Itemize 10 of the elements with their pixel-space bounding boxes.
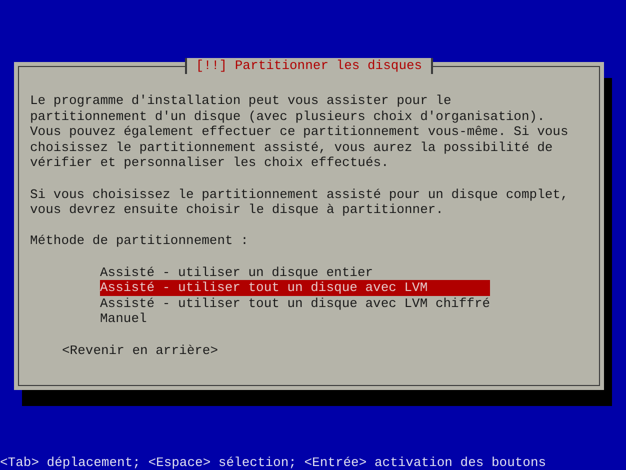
description-text: Si vous choisissez le partitionnement assisté pour un disque complet, vous devrez ensuite choisir le disque à partitionner. — [30, 186, 570, 218]
menu-option[interactable]: Assisté - utiliser tout un disque avec LVM — [100, 280, 490, 296]
dialog-title: [!!] Partitionner les disques — [184, 58, 434, 74]
prompt-label: Méthode de partitionnement : — [30, 233, 250, 249]
key-hint-text: <Tab> déplacement; <Espace> sélection; <Entrée> activation des boutons — [0, 455, 548, 470]
menu-option[interactable]: Assisté - utiliser un disque entier — [100, 264, 490, 280]
back-button[interactable]: <Revenir en arrière> — [62, 342, 218, 358]
description-text: Le programme d'installation peut vous assister pour le partitionnement d'un disque (avec plusieurs choix d'organisation). Vous pouvez également effectuer ce partitionnement vous-même. Si vous choisissez le partitionnement assisté, vous aurez la possibilité de vérifier et personnaliser les choix effectués. — [30, 93, 570, 171]
menu-option[interactable]: Manuel — [100, 311, 490, 327]
menu-option[interactable]: Assisté - utiliser tout un disque avec LVM chiffré — [100, 296, 490, 312]
